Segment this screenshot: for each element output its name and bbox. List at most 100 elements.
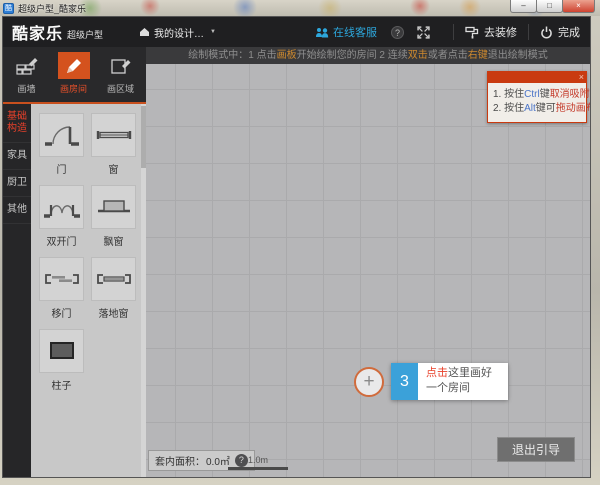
exit-guide-button[interactable]: 退出引导 — [497, 437, 575, 462]
scale-bar — [228, 467, 288, 470]
tool-label: 画区域 — [107, 82, 134, 95]
notification-line: 1. 按住Ctrl键取消吸附 — [493, 88, 583, 102]
window-controls: – □ × — [511, 0, 595, 13]
os-titlebar[interactable]: 酷 超级户型_酷家乐 – □ × — [0, 0, 600, 16]
component-library: 门 窗 — [31, 104, 146, 477]
component-bay-window[interactable]: 飘窗 — [91, 185, 136, 252]
help-button[interactable]: ? — [391, 26, 404, 39]
finish-label: 完成 — [558, 24, 580, 40]
tool-draw-wall[interactable]: 画墙 — [3, 52, 50, 102]
brand-logo: 酷家乐 — [12, 20, 63, 44]
pillar-icon — [42, 336, 82, 366]
app-logo-icon: 酷 — [3, 3, 14, 14]
double-door-icon — [42, 192, 82, 222]
component-double-door[interactable]: 双开门 — [39, 185, 84, 252]
window-icon — [94, 120, 134, 150]
guide-step-number: 3 — [391, 363, 418, 400]
hint-step2-post: 退出绘制模式 — [488, 50, 548, 61]
fullscreen-button[interactable] — [417, 26, 430, 39]
region-pencil-icon — [109, 55, 133, 77]
main-area: 画墙 画房间 — [3, 47, 590, 477]
paint-roller-icon — [465, 26, 479, 39]
chevron-down-icon: ▼ — [210, 29, 216, 35]
component-floor-window[interactable]: 落地窗 — [91, 257, 136, 324]
component-label: 双开门 — [47, 233, 77, 245]
notification-body: 1. 按住Ctrl键取消吸附 2. 按住Alt键可拖动画布 — [487, 83, 587, 123]
drawing-canvas[interactable]: × 1. 按住Ctrl键取消吸附 2. 按住Alt键可拖动画布 + 3 点击这里… — [146, 64, 590, 477]
toolbar-right: 在线客服 ? 去装修 — [315, 24, 580, 40]
notification-header: × — [487, 71, 587, 83]
people-icon — [315, 27, 329, 38]
my-design-menu[interactable]: 我的设计… ▼ — [139, 25, 216, 40]
window-title: 超级户型_酷家乐 — [18, 2, 86, 15]
hint-step1-post: 开始绘制您的房间 — [297, 50, 377, 61]
tool-label: 画墙 — [17, 82, 35, 95]
area-label: 套内面积： — [155, 453, 205, 468]
tab-furniture[interactable]: 家具 — [3, 143, 31, 170]
hint-step1: 1 点击 — [248, 50, 276, 61]
tool-label: 画房间 — [60, 82, 87, 95]
category-tabs: 基础构造 家具 厨卫 其他 — [3, 104, 31, 477]
home-icon — [139, 27, 150, 37]
application-window: 酷 超级户型_酷家乐 – □ × 酷家乐 超级户型 我的设计… ▼ — [0, 0, 600, 485]
power-icon — [540, 26, 553, 39]
minimize-button[interactable]: – — [510, 0, 537, 13]
close-button[interactable]: × — [562, 0, 595, 13]
floor-window-icon — [94, 264, 134, 294]
expand-icon — [417, 26, 430, 39]
tab-other[interactable]: 其他 — [3, 197, 31, 224]
scale-label: 1.0m — [228, 455, 288, 465]
left-panel: 画墙 画房间 — [3, 47, 146, 477]
draw-tools: 画墙 画房间 — [3, 47, 146, 104]
shortcut-notification: × 1. 按住Ctrl键取消吸附 2. 按住Alt键可拖动画布 — [487, 71, 587, 123]
map-scale: 1.0m — [228, 455, 288, 470]
hint-step2-mid: 或者点击 — [428, 50, 468, 61]
online-service-label: 在线客服 — [333, 24, 377, 40]
component-label: 窗 — [109, 161, 119, 173]
my-design-label: 我的设计… — [154, 25, 204, 40]
guide-tip-text: 点击这里画好一个房间 — [418, 363, 508, 400]
door-icon — [42, 120, 82, 150]
go-decorate-label: 去装修 — [484, 24, 517, 40]
hint-prefix: 绘制模式中： — [188, 50, 248, 61]
room-pencil-icon — [63, 56, 85, 76]
finish-button[interactable]: 完成 — [540, 24, 580, 40]
component-label: 柱子 — [52, 377, 72, 389]
hint-highlight-rightclick: 右键 — [468, 50, 488, 61]
tab-kitchen-bath[interactable]: 厨卫 — [3, 170, 31, 197]
add-room-button[interactable]: + — [354, 367, 384, 397]
component-door[interactable]: 门 — [39, 113, 84, 180]
drawing-mode-hint: 绘制模式中：1 点击画板开始绘制您的房间 2 连续双击或者点击右键退出绘制模式 — [146, 47, 590, 64]
guide-step-tooltip: 3 点击这里画好一个房间 — [391, 363, 508, 400]
canvas-area: 绘制模式中：1 点击画板开始绘制您的房间 2 连续双击或者点击右键退出绘制模式 … — [146, 47, 590, 477]
component-label: 门 — [57, 161, 67, 173]
guide-tip-highlight: 点击 — [426, 367, 448, 379]
component-label: 落地窗 — [99, 305, 129, 317]
tool-draw-region[interactable]: 画区域 — [97, 52, 144, 102]
go-decorate-button[interactable]: 去装修 — [465, 24, 517, 40]
maximize-button[interactable]: □ — [536, 0, 563, 13]
toolbar-separator — [528, 24, 529, 40]
component-window[interactable]: 窗 — [91, 113, 136, 180]
component-sliding-door[interactable]: 移门 — [39, 257, 84, 324]
tab-basic-structure[interactable]: 基础构造 — [3, 104, 31, 143]
notification-close-icon[interactable]: × — [579, 71, 584, 83]
bay-window-icon — [94, 192, 134, 222]
component-label: 飘窗 — [104, 233, 124, 245]
tool-draw-room[interactable]: 画房间 — [50, 52, 97, 102]
component-pillar[interactable]: 柱子 — [39, 329, 84, 396]
top-toolbar: 酷家乐 超级户型 我的设计… ▼ 在线客服 ? — [3, 17, 590, 47]
toolbar-separator — [453, 24, 454, 40]
wall-pencil-icon — [15, 55, 39, 77]
component-label: 移门 — [52, 305, 72, 317]
sidebar: 基础构造 家具 厨卫 其他 — [3, 104, 146, 477]
online-service-button[interactable]: 在线客服 — [315, 24, 377, 40]
sliding-door-icon — [42, 264, 82, 294]
hint-highlight-board: 画板 — [277, 50, 297, 61]
hint-step2: 2 连续 — [377, 50, 408, 61]
app-frame: 酷家乐 超级户型 我的设计… ▼ 在线客服 ? — [2, 16, 591, 478]
brand-subtitle: 超级户型 — [67, 28, 103, 41]
area-value: 0.0㎡ — [206, 453, 230, 468]
hint-highlight-doubleclick: 双击 — [408, 50, 428, 61]
notification-line: 2. 按住Alt键可拖动画布 — [493, 102, 583, 116]
